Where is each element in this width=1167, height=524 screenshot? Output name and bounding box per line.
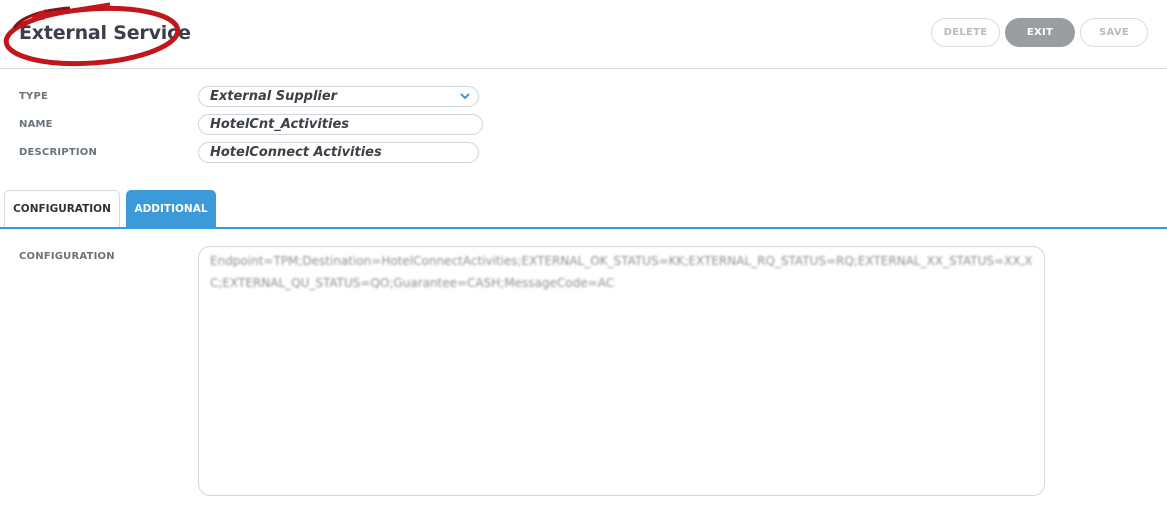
configuration-text: Endpoint=TPM;Destination=HotelConnectAct… bbox=[210, 254, 1033, 290]
chevron-down-icon bbox=[460, 93, 470, 100]
name-label: NAME bbox=[19, 119, 53, 130]
page-title: External Service bbox=[19, 22, 191, 44]
page-header: External Service DELETE EXIT SAVE bbox=[0, 0, 1167, 69]
type-label: TYPE bbox=[19, 91, 49, 102]
delete-button[interactable]: DELETE bbox=[931, 18, 1000, 47]
configuration-label: CONFIGURATION bbox=[19, 251, 115, 262]
external-service-page: External Service DELETE EXIT SAVE TYPE E… bbox=[0, 0, 1167, 524]
type-select[interactable]: External Supplier bbox=[198, 86, 479, 107]
name-field[interactable]: HotelCnt_Activities bbox=[198, 114, 483, 135]
save-button[interactable]: SAVE bbox=[1080, 18, 1148, 47]
description-field[interactable]: HotelConnect Activities bbox=[198, 142, 479, 163]
configuration-textarea[interactable]: Endpoint=TPM;Destination=HotelConnectAct… bbox=[198, 246, 1045, 496]
type-select-value: External Supplier bbox=[210, 89, 338, 104]
tab-underline bbox=[0, 227, 1167, 229]
description-label: DESCRIPTION bbox=[19, 147, 98, 158]
exit-button[interactable]: EXIT bbox=[1005, 18, 1075, 47]
tab-configuration[interactable]: CONFIGURATION bbox=[4, 190, 120, 227]
tab-additional[interactable]: ADDITIONAL bbox=[126, 190, 216, 227]
